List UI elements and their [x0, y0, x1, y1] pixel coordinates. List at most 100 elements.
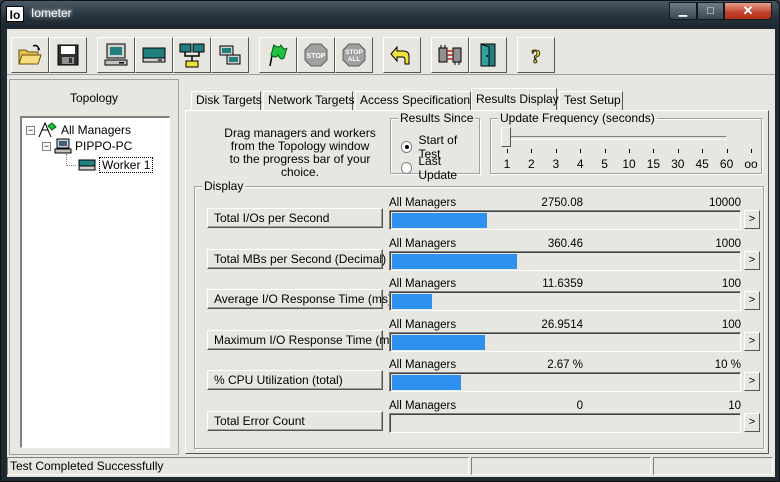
status-bar: Test Completed Successfully — [7, 456, 775, 476]
duplicate-worker-button[interactable] — [211, 37, 249, 73]
drag-instructions: Drag managers and workers from the Topol… — [210, 127, 390, 179]
slider-tick-label: 15 — [646, 157, 661, 171]
minimize-button[interactable]: ▁ — [669, 2, 697, 20]
metric-max: 10 — [728, 399, 741, 412]
slider-tick — [555, 149, 557, 153]
tree-collapse-toggle[interactable]: − — [26, 125, 35, 135]
tree-item-manager[interactable]: − PIPPO-PC — [42, 138, 132, 154]
slider-tick-label: 30 — [671, 157, 685, 171]
new-network-worker-button[interactable] — [173, 37, 211, 73]
metric-max: 100 — [721, 278, 741, 290]
window-title: Iometer — [31, 6, 72, 20]
disconnect-button[interactable] — [431, 37, 469, 73]
metric-progress-bar[interactable] — [389, 210, 741, 230]
metric-manager: All Managers — [389, 278, 457, 290]
status-pane-empty — [653, 457, 773, 475]
metric-row-header: All Managers 11.6359 100 — [389, 278, 741, 291]
maximize-button[interactable]: □ — [697, 2, 724, 20]
stop-all-icon: STOP ALL — [342, 43, 366, 67]
new-disk-worker-button[interactable] — [135, 37, 173, 73]
save-disk-icon — [57, 44, 79, 66]
radio-label: Last Update — [418, 154, 458, 182]
new-manager-button[interactable] — [97, 37, 135, 73]
app-icon[interactable]: Io — [6, 6, 24, 22]
results-since-group: Results Since Start of Test Last Update — [390, 111, 480, 182]
tab-results-display[interactable]: Results Display — [471, 88, 559, 110]
metric-expand-button[interactable]: > — [744, 412, 760, 432]
save-config-button[interactable] — [49, 37, 87, 73]
open-folder-icon — [18, 44, 42, 65]
metric-expand-button[interactable]: > — [744, 331, 760, 351]
tab-access-specifications[interactable]: Access Specifications — [355, 91, 476, 110]
metric-progress-bar[interactable] — [389, 250, 741, 271]
exit-button[interactable] — [469, 37, 507, 73]
metric-expand-button[interactable]: > — [744, 372, 760, 391]
new-disk-worker-icon — [142, 47, 166, 63]
radio-button[interactable] — [401, 141, 413, 153]
metric-value: 360.46 — [547, 237, 583, 250]
tab-test-setup[interactable]: Test Setup — [559, 91, 623, 110]
metric-select-button[interactable]: Maximum I/O Response Time (ms) — [207, 329, 399, 350]
metric-manager: All Managers — [389, 318, 457, 331]
radio-button[interactable] — [401, 162, 413, 174]
slider-tick — [629, 149, 630, 153]
metric-progress-bar[interactable] — [389, 291, 741, 311]
reset-workers-icon — [390, 45, 410, 65]
slider-tick-label: 10 — [622, 157, 636, 171]
metric-max: 100 — [721, 318, 741, 331]
metric-progress-bar[interactable] — [389, 372, 741, 392]
metric-value: 26.9514 — [541, 318, 583, 331]
slider-tick-label: oo — [744, 157, 758, 171]
tree-collapse-toggle[interactable]: − — [42, 141, 51, 151]
reset-workers-button[interactable] — [383, 37, 421, 73]
topology-panel: Topology − All Managers − PIPPO-PC Worke… — [9, 79, 179, 455]
title-bar[interactable]: Io Iometer ▁ □ ✕ — [1, 1, 779, 27]
slider-tick-label: 3 — [552, 157, 560, 171]
stop-icon: STOP — [304, 43, 328, 67]
instructions-line: to the progress bar of your choice. — [229, 152, 371, 179]
tree-connector — [66, 165, 76, 166]
metric-expand-button[interactable]: > — [744, 210, 760, 229]
slider-tick — [604, 149, 606, 153]
status-pane-empty — [471, 457, 651, 475]
metric-progress-bar[interactable] — [389, 331, 741, 352]
metric-value: 0 — [576, 399, 583, 412]
metric-progress-fill — [392, 253, 517, 269]
radio-last-update[interactable]: Last Update — [401, 154, 479, 182]
metric-expand-button[interactable]: > — [744, 291, 760, 310]
disconnect-icon — [438, 45, 462, 65]
topology-title: Topology — [69, 91, 119, 105]
tree-item-all-managers[interactable]: − All Managers — [26, 122, 131, 138]
new-manager-icon — [104, 43, 128, 66]
slider-tick — [531, 149, 533, 153]
metric-expand-button[interactable]: > — [744, 250, 760, 270]
client-area: STOP STOP ALL ? Topology − All Managers … — [7, 29, 775, 477]
slider-tick-label: 45 — [695, 157, 709, 171]
metric-select-button[interactable]: % CPU Utilization (total) — [207, 370, 383, 390]
update-frequency-slider[interactable] — [505, 136, 727, 140]
metric-select-button[interactable]: Total Error Count — [207, 410, 383, 431]
metric-select-button[interactable]: Total MBs per Second (Decimal) — [207, 248, 386, 269]
stop-button[interactable]: STOP — [297, 37, 335, 73]
start-tests-button[interactable] — [259, 37, 297, 73]
open-config-button[interactable] — [11, 37, 49, 73]
topology-tree[interactable]: − All Managers − PIPPO-PC Worker 1 — [20, 116, 170, 448]
stop-all-button[interactable]: STOP ALL — [335, 37, 373, 73]
help-button[interactable]: ? — [517, 37, 555, 73]
slider-thumb[interactable] — [501, 127, 511, 147]
update-frequency-label: Update Frequency (seconds) — [498, 111, 657, 125]
metric-progress-bar[interactable] — [389, 412, 741, 433]
tree-item-worker[interactable]: Worker 1 — [78, 157, 154, 173]
svg-text:STOP: STOP — [345, 49, 363, 56]
slider-tick — [751, 149, 752, 153]
metric-select-button[interactable]: Average I/O Response Time (ms) — [207, 289, 392, 309]
metric-value: 2.67 % — [547, 359, 583, 371]
metric-progress-fill — [392, 294, 432, 309]
tab-disk-targets[interactable]: Disk Targets — [191, 91, 262, 110]
results-display-page: Drag managers and workers from the Topol… — [185, 110, 769, 454]
metric-select-button[interactable]: Total I/Os per Second — [207, 208, 383, 228]
display-label: Display — [202, 179, 246, 193]
close-button[interactable]: ✕ — [724, 2, 772, 20]
slider-tick-label: 60 — [719, 157, 734, 171]
tab-network-targets[interactable]: Network Targets — [263, 91, 354, 110]
